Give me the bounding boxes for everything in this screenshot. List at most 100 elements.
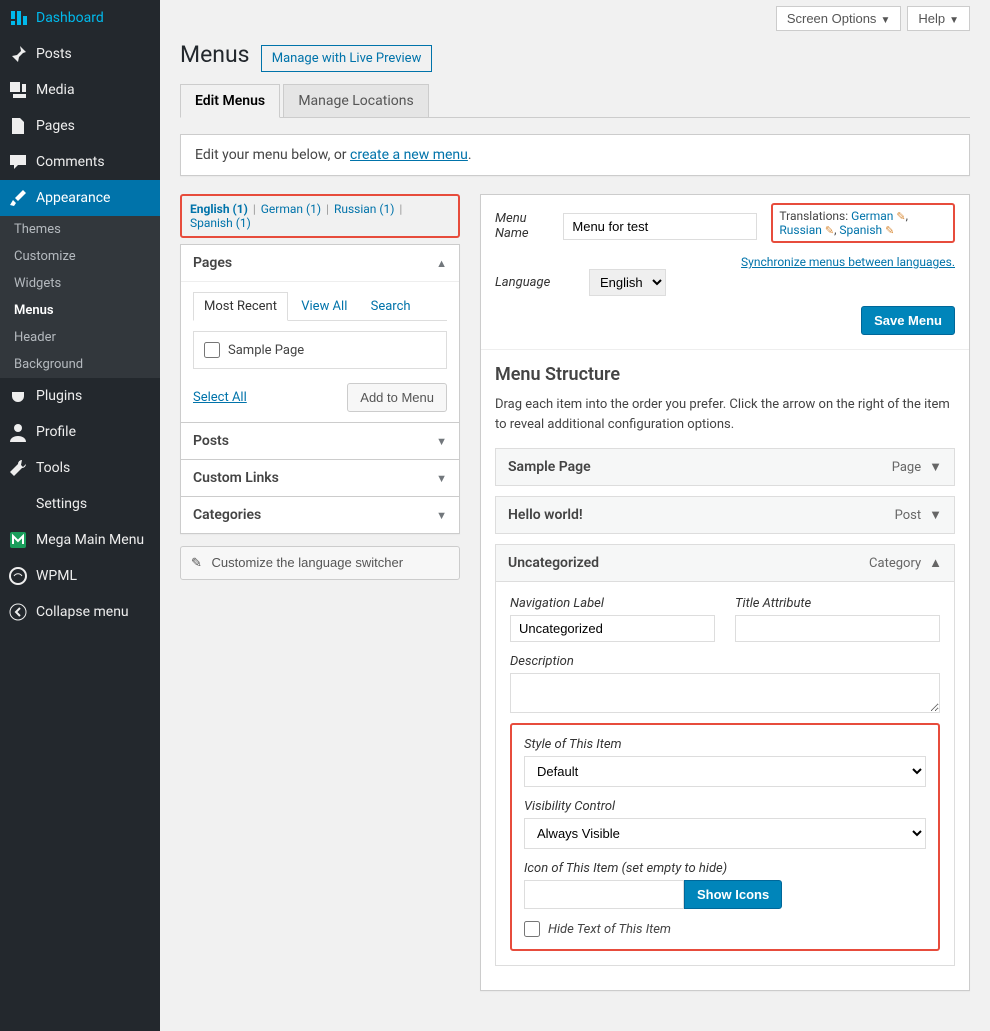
menu-edit-panel: Menu Name Translations: German ✎, Russia… [480, 194, 970, 991]
sidebar-label: Settings [36, 496, 87, 512]
sidebar-item-appearance[interactable]: Appearance [0, 180, 160, 216]
sidebar-label: Profile [36, 424, 76, 440]
nav-label-label: Navigation Label [510, 596, 715, 611]
translation-link-german[interactable]: German [851, 209, 893, 223]
subtab-most-recent[interactable]: Most Recent [193, 292, 288, 321]
submenu-themes[interactable]: Themes [0, 216, 160, 243]
subtab-search[interactable]: Search [361, 293, 421, 320]
sidebar-label: Dashboard [36, 10, 104, 26]
sidebar-label: Comments [36, 154, 105, 170]
help-button[interactable]: Help▼ [907, 6, 970, 31]
sidebar-item-posts[interactable]: Posts [0, 36, 160, 72]
menu-name-label: Menu Name [495, 211, 549, 241]
chevron-down-icon[interactable]: ▼ [929, 507, 942, 523]
collapse-icon [8, 602, 28, 622]
menu-item[interactable]: Sample Page Page▼ [495, 448, 955, 486]
description-textarea[interactable] [510, 673, 940, 713]
sidebar-item-pages[interactable]: Pages [0, 108, 160, 144]
sidebar-item-profile[interactable]: Profile [0, 414, 160, 450]
style-select[interactable]: Default [524, 756, 926, 787]
sidebar-label: Tools [36, 460, 70, 476]
submenu-widgets[interactable]: Widgets [0, 270, 160, 297]
menu-structure-desc: Drag each item into the order you prefer… [495, 395, 955, 434]
lang-pill-russian[interactable]: Russian (1) [334, 202, 394, 216]
menu-name-input[interactable] [563, 213, 757, 240]
submenu-customize[interactable]: Customize [0, 243, 160, 270]
lang-pill-english[interactable]: English (1) [190, 202, 248, 216]
sidebar-item-dashboard[interactable]: Dashboard [0, 0, 160, 36]
accordion-posts-header[interactable]: Posts ▼ [181, 423, 459, 459]
translation-link-russian[interactable]: Russian [779, 223, 821, 237]
tab-manage-locations[interactable]: Manage Locations [283, 84, 428, 118]
accordion-custom-links-header[interactable]: Custom Links ▼ [181, 460, 459, 496]
create-new-menu-link[interactable]: create a new menu [350, 147, 468, 163]
mega-menu-options: Style of This Item Default Visibility Co… [510, 723, 940, 951]
sidebar-item-wpml[interactable]: WPML [0, 558, 160, 594]
language-label: Language [495, 275, 575, 290]
show-icons-button[interactable]: Show Icons [684, 880, 782, 909]
translation-link-spanish[interactable]: Spanish [839, 223, 882, 237]
pencil-icon: ✎ [191, 555, 202, 570]
visibility-select[interactable]: Always Visible [524, 818, 926, 849]
admin-sidebar: Dashboard Posts Media Pages Comments App… [0, 0, 160, 1031]
select-all-link[interactable]: Select All [193, 390, 247, 405]
sidebar-item-mega-main-menu[interactable]: Mega Main Menu [0, 522, 160, 558]
sidebar-item-settings[interactable]: Settings [0, 486, 160, 522]
sidebar-label: Pages [36, 118, 75, 134]
pencil-icon: ✎ [825, 224, 834, 237]
menu-item[interactable]: Hello world! Post▼ [495, 496, 955, 534]
chevron-up-icon[interactable]: ▲ [929, 555, 942, 571]
menu-item-title: Uncategorized [508, 555, 599, 571]
title-attr-input[interactable] [735, 615, 940, 642]
sidebar-label: Plugins [36, 388, 82, 404]
accordion-categories-header[interactable]: Categories ▼ [181, 497, 459, 533]
tab-edit-menus[interactable]: Edit Menus [180, 84, 280, 118]
submenu-header[interactable]: Header [0, 324, 160, 351]
language-select[interactable]: English [589, 269, 666, 296]
media-icon [8, 80, 28, 100]
sidebar-item-comments[interactable]: Comments [0, 144, 160, 180]
menu-item-title: Sample Page [508, 459, 591, 475]
nav-label-input[interactable] [510, 615, 715, 642]
chevron-down-icon: ▼ [949, 15, 959, 26]
sidebar-item-media[interactable]: Media [0, 72, 160, 108]
wpml-icon [8, 566, 28, 586]
menu-item-title: Hello world! [508, 507, 583, 523]
manage-live-preview-button[interactable]: Manage with Live Preview [261, 45, 433, 72]
menu-item[interactable]: Uncategorized Category▲ Navigation Label [495, 544, 955, 966]
save-menu-button[interactable]: Save Menu [861, 306, 955, 335]
comment-icon [8, 152, 28, 172]
hide-text-checkbox[interactable] [524, 921, 540, 937]
customize-language-switcher-button[interactable]: ✎ Customize the language switcher [180, 546, 460, 580]
chevron-down-icon: ▼ [880, 15, 890, 26]
subtab-view-all[interactable]: View All [291, 293, 357, 320]
sidebar-item-collapse[interactable]: Collapse menu [0, 594, 160, 630]
mmm-icon [8, 530, 28, 550]
sidebar-label: Posts [36, 46, 72, 62]
pin-icon [8, 44, 28, 64]
sliders-icon [8, 494, 28, 514]
chevron-down-icon: ▼ [436, 472, 447, 485]
sidebar-item-tools[interactable]: Tools [0, 450, 160, 486]
menu-structure-title: Menu Structure [495, 364, 955, 385]
sidebar-label: WPML [36, 568, 77, 584]
chevron-down-icon[interactable]: ▼ [929, 459, 942, 475]
page-item-sample[interactable]: Sample Page [204, 342, 436, 358]
screen-options-button[interactable]: Screen Options▼ [776, 6, 902, 31]
lang-pill-spanish[interactable]: Spanish (1) [190, 216, 251, 230]
sync-menus-link[interactable]: Synchronize menus between languages. [495, 255, 955, 269]
sidebar-item-plugins[interactable]: Plugins [0, 378, 160, 414]
menu-item-settings: Navigation Label Title Attribute [496, 581, 954, 965]
plug-icon [8, 386, 28, 406]
add-to-menu-button[interactable]: Add to Menu [347, 383, 447, 412]
page-checkbox[interactable] [204, 342, 220, 358]
pages-icon [8, 116, 28, 136]
accordion-pages-header[interactable]: Pages ▲ [181, 245, 459, 281]
lang-pill-german[interactable]: German (1) [261, 202, 321, 216]
icon-input[interactable] [524, 880, 684, 909]
submenu-background[interactable]: Background [0, 351, 160, 378]
submenu-menus[interactable]: Menus [0, 297, 160, 324]
chevron-down-icon: ▼ [436, 435, 447, 448]
pencil-icon: ✎ [885, 224, 894, 237]
hide-text-label: Hide Text of This Item [548, 922, 671, 937]
